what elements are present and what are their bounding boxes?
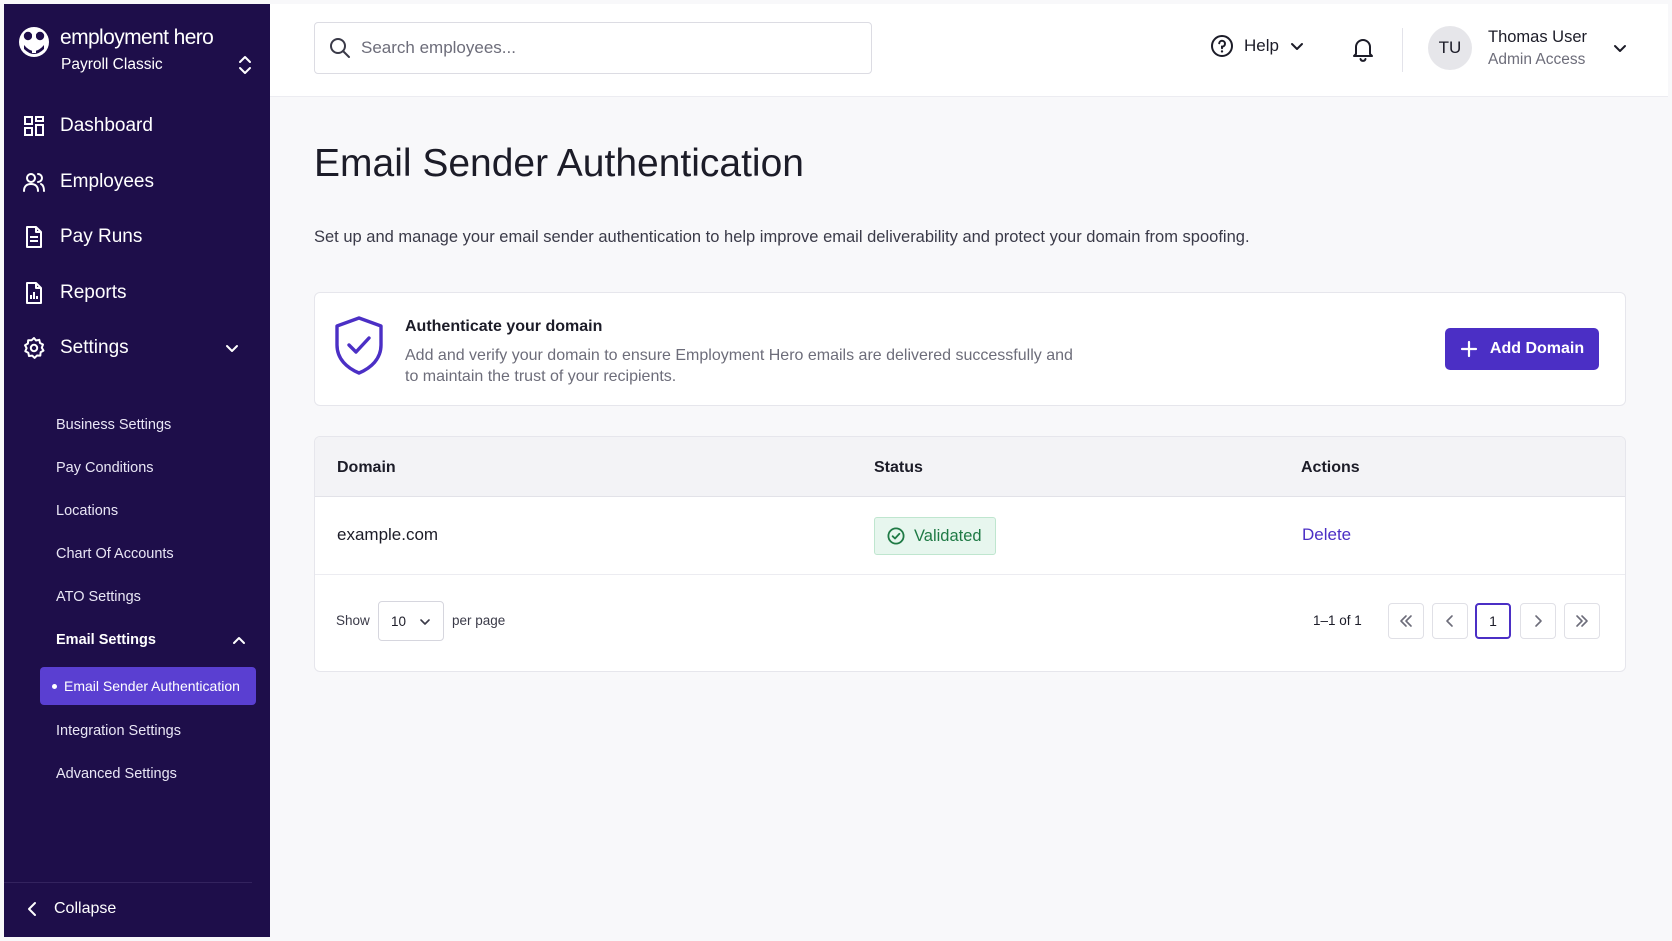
search-box[interactable] — [314, 22, 872, 74]
per-page-value: 10 — [391, 613, 407, 629]
collapse-label: Collapse — [54, 900, 117, 917]
chevron-left-icon — [28, 902, 36, 916]
sidebar-sub-integration-settings[interactable]: Integration Settings — [56, 723, 181, 739]
last-page-button[interactable] — [1564, 603, 1600, 639]
chevron-down-icon — [1290, 43, 1303, 50]
sidebar-sub-business-settings[interactable]: Business Settings — [56, 417, 171, 433]
user-name[interactable]: Thomas User — [1488, 28, 1587, 47]
sidebar-divider — [4, 882, 252, 883]
chevron-up-icon — [233, 637, 245, 644]
search-icon — [330, 38, 350, 58]
sidebar-item-settings[interactable]: Settings — [4, 326, 270, 370]
sidebar-sub-advanced-settings[interactable]: Advanced Settings — [56, 766, 177, 782]
chevrons-left-icon — [1400, 615, 1412, 627]
add-domain-label: Add Domain — [1489, 340, 1585, 357]
active-dot-icon — [52, 683, 57, 689]
report-icon — [22, 281, 46, 305]
page-description: Set up and manage your email sender auth… — [314, 228, 1250, 246]
pagination-range: 1–1 of 1 — [1313, 613, 1362, 628]
check-circle-icon — [887, 527, 905, 545]
chevron-down-icon — [420, 619, 430, 625]
bell-icon[interactable] — [1350, 35, 1376, 63]
column-header-status: Status — [874, 459, 923, 476]
page-title: Email Sender Authentication — [314, 142, 804, 185]
previous-page-button[interactable] — [1432, 603, 1468, 639]
product-name: Payroll Classic — [61, 56, 163, 73]
sidebar-item-employees[interactable]: Employees — [4, 160, 270, 204]
per-page-select[interactable]: 10 — [378, 601, 444, 641]
sidebar-sub-pay-conditions[interactable]: Pay Conditions — [56, 460, 154, 476]
chevrons-right-icon — [1576, 615, 1588, 627]
sidebar-group-email-settings[interactable]: Email Settings — [56, 632, 256, 648]
domains-table: Domain Status Actions example.com Valida… — [314, 436, 1626, 672]
sidebar-item-label: Employees — [60, 171, 154, 192]
sidebar-sub-locations[interactable]: Locations — [56, 503, 118, 519]
sidebar-item-label: Dashboard — [60, 115, 153, 136]
dashboard-icon — [22, 114, 46, 138]
sidebar-item-reports[interactable]: Reports — [4, 271, 270, 315]
sidebar-sub-email-sender-authentication[interactable]: Email Sender Authentication — [40, 667, 256, 705]
authenticate-domain-card: Authenticate your domain Add and verify … — [314, 292, 1626, 406]
sidebar-item-label: Settings — [60, 337, 129, 358]
delete-link[interactable]: Delete — [1302, 525, 1351, 545]
chevron-up-down-icon — [239, 56, 251, 74]
sidebar-sub-ato-settings[interactable]: ATO Settings — [56, 589, 141, 605]
sidebar-item-label: Reports — [60, 282, 127, 303]
help-circle-icon — [1211, 35, 1233, 57]
sidebar-sub-label: Email Sender Authentication — [64, 678, 240, 694]
employment-hero-logo-icon — [19, 27, 49, 57]
collapse-button[interactable]: Collapse — [26, 900, 116, 918]
per-page-label: per page — [452, 613, 506, 628]
table-row: example.com Validated Delete — [315, 497, 1625, 575]
add-domain-button[interactable]: Add Domain — [1445, 328, 1599, 370]
top-header: Help TU Thomas User Admin Access — [270, 4, 1668, 97]
brand-name: employment hero — [60, 26, 214, 49]
chevron-down-icon — [226, 345, 238, 352]
domain-cell: example.com — [337, 525, 439, 544]
users-icon — [22, 170, 46, 194]
search-input[interactable] — [361, 38, 841, 58]
brand-switcher[interactable]: employment hero Payroll Classic — [14, 22, 260, 82]
sidebar-sub-chart-of-accounts[interactable]: Chart Of Accounts — [56, 546, 174, 562]
column-header-actions: Actions — [1301, 459, 1360, 476]
sidebar: employment hero Payroll Classic Dashboar… — [4, 4, 270, 937]
chevron-left-icon — [1446, 615, 1453, 627]
user-menu-chevron-down-icon[interactable] — [1610, 38, 1630, 58]
show-label: Show — [336, 613, 370, 628]
header-divider — [1402, 28, 1403, 72]
avatar[interactable]: TU — [1428, 26, 1472, 70]
sidebar-item-pay-runs[interactable]: Pay Runs — [4, 215, 270, 259]
column-header-domain: Domain — [337, 459, 396, 476]
sidebar-group-label: Email Settings — [56, 632, 156, 648]
table-header: Domain Status Actions — [315, 437, 1625, 497]
status-badge: Validated — [874, 517, 996, 555]
chevron-right-icon — [1535, 615, 1542, 627]
shield-check-icon — [335, 316, 383, 375]
user-role: Admin Access — [1488, 51, 1586, 68]
first-page-button[interactable] — [1388, 603, 1424, 639]
page-1-button[interactable]: 1 — [1475, 603, 1511, 639]
gear-icon — [22, 336, 46, 360]
help-menu[interactable]: Help — [1210, 34, 1305, 58]
auth-card-description: Add and verify your domain to ensure Emp… — [405, 347, 1073, 385]
document-icon — [22, 225, 46, 249]
sidebar-item-label: Pay Runs — [60, 226, 143, 247]
next-page-button[interactable] — [1520, 603, 1556, 639]
plus-icon — [1460, 340, 1477, 358]
status-label: Validated — [914, 526, 982, 545]
sidebar-item-dashboard[interactable]: Dashboard — [4, 104, 270, 148]
auth-card-title: Authenticate your domain — [405, 318, 603, 335]
help-label: Help — [1244, 36, 1279, 55]
